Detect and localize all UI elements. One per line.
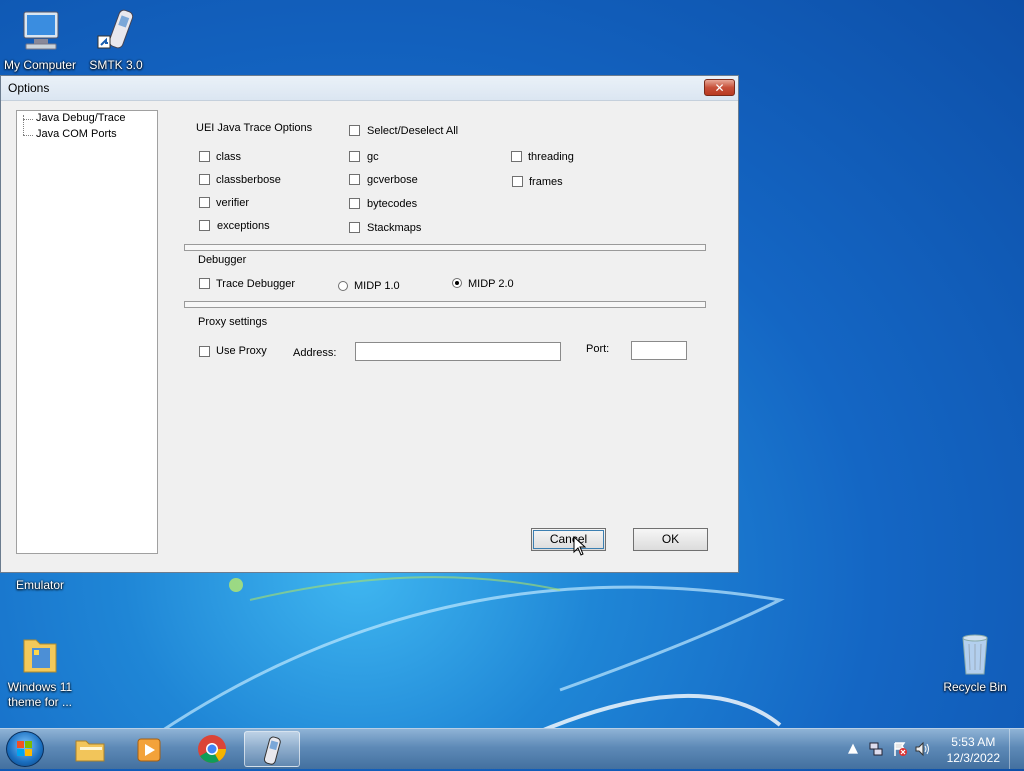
midp1-radio[interactable] bbox=[338, 281, 348, 291]
exceptions-checkbox[interactable] bbox=[199, 220, 210, 231]
close-button[interactable]: ✕ bbox=[704, 79, 735, 96]
close-icon: ✕ bbox=[714, 81, 725, 95]
clock-time: 5:53 AM bbox=[951, 735, 996, 749]
media-player-icon bbox=[137, 738, 161, 762]
phone-icon bbox=[263, 736, 281, 765]
recycle-bin-icon bbox=[951, 630, 999, 678]
windows-logo-icon bbox=[17, 741, 32, 756]
gc-checkbox[interactable] bbox=[349, 151, 360, 162]
debugger-heading: Debugger bbox=[198, 254, 247, 266]
folder-icon bbox=[16, 630, 64, 678]
classberbose-checkbox[interactable] bbox=[199, 174, 210, 185]
show-desktop-button[interactable] bbox=[1009, 729, 1024, 769]
class-label: class bbox=[216, 151, 242, 163]
network-icon[interactable] bbox=[868, 741, 884, 757]
trace-options-heading: UEI Java Trace Options bbox=[196, 122, 313, 134]
midp2-label: MIDP 2.0 bbox=[468, 278, 514, 290]
smtk-desktop-icon[interactable]: SMTK 3.0 bbox=[76, 8, 156, 73]
verifier-checkbox[interactable] bbox=[199, 197, 210, 208]
trace-debugger-checkbox[interactable] bbox=[199, 278, 210, 289]
midp2-radio[interactable] bbox=[452, 278, 462, 288]
clock-date: 12/3/2022 bbox=[946, 751, 1000, 765]
start-button[interactable] bbox=[6, 731, 44, 767]
verifier-label: verifier bbox=[216, 197, 250, 209]
tray-expand-icon[interactable]: ▲ bbox=[848, 741, 858, 756]
separator-trace bbox=[184, 244, 706, 251]
address-label: Address: bbox=[293, 347, 337, 359]
action-center-flag-icon[interactable] bbox=[892, 741, 908, 757]
volume-icon[interactable] bbox=[914, 741, 930, 757]
frames-checkbox[interactable] bbox=[512, 176, 523, 187]
use-proxy-checkbox[interactable] bbox=[199, 346, 210, 357]
dialog-titlebar[interactable]: Options ✕ bbox=[1, 76, 738, 101]
cancel-button[interactable]: Cancel bbox=[531, 528, 606, 551]
stackmaps-label: Stackmaps bbox=[367, 222, 422, 234]
select-all-checkbox[interactable] bbox=[349, 125, 360, 136]
bytecodes-label: bytecodes bbox=[367, 198, 418, 210]
taskbar-clock[interactable]: 5:53 AM 12/3/2022 bbox=[947, 734, 1000, 766]
dialog-title: Options bbox=[8, 81, 50, 95]
options-tree: Java Debug/Trace Java COM Ports bbox=[16, 110, 158, 554]
separator-debugger bbox=[184, 301, 706, 308]
taskbar-explorer-button[interactable] bbox=[62, 731, 118, 767]
chrome-icon bbox=[198, 735, 226, 763]
midp1-label: MIDP 1.0 bbox=[354, 280, 400, 292]
exceptions-label: exceptions bbox=[217, 220, 270, 232]
windows11-theme-desktop-icon[interactable]: Windows 11 theme for ... bbox=[0, 630, 80, 710]
use-proxy-label: Use Proxy bbox=[216, 345, 267, 357]
trace-debugger-label: Trace Debugger bbox=[216, 278, 296, 290]
threading-label: threading bbox=[528, 151, 574, 163]
tree-item-java-com-ports[interactable]: Java COM Ports bbox=[21, 128, 117, 140]
taskbar-media-player-button[interactable] bbox=[122, 731, 178, 767]
taskbar: ▲ 5:53 AM 12/3/2022 bbox=[0, 728, 1024, 769]
bytecodes-checkbox[interactable] bbox=[349, 198, 360, 209]
port-input[interactable] bbox=[631, 341, 687, 360]
taskbar-chrome-button[interactable] bbox=[184, 731, 240, 767]
port-label: Port: bbox=[586, 343, 610, 355]
select-all-label: Select/Deselect All bbox=[367, 125, 459, 137]
recycle-bin-desktop-icon[interactable]: Recycle Bin bbox=[935, 630, 1015, 695]
address-input[interactable] bbox=[355, 342, 561, 361]
mouse-cursor-icon bbox=[573, 536, 587, 556]
classberbose-label: classberbose bbox=[216, 174, 281, 186]
my-computer-desktop-icon[interactable]: My Computer bbox=[0, 8, 80, 73]
computer-icon bbox=[16, 8, 64, 56]
gcverbose-label: gcverbose bbox=[367, 174, 418, 186]
stackmaps-checkbox[interactable] bbox=[349, 222, 360, 233]
phone-shortcut-icon bbox=[92, 8, 140, 56]
emulator-desktop-icon[interactable]: Emulator bbox=[0, 578, 80, 593]
file-explorer-icon bbox=[75, 740, 105, 762]
taskbar-smtk-button[interactable] bbox=[244, 731, 300, 767]
gc-label: gc bbox=[367, 151, 379, 163]
threading-checkbox[interactable] bbox=[511, 151, 522, 162]
class-checkbox[interactable] bbox=[199, 151, 210, 162]
ok-button[interactable]: OK bbox=[633, 528, 708, 551]
proxy-heading: Proxy settings bbox=[198, 316, 268, 328]
gcverbose-checkbox[interactable] bbox=[349, 174, 360, 185]
tree-item-java-debug-trace[interactable]: Java Debug/Trace bbox=[21, 112, 125, 124]
options-dialog: Options ✕ Java Debug/Trace Java COM Port… bbox=[0, 75, 739, 573]
frames-label: frames bbox=[529, 176, 563, 188]
